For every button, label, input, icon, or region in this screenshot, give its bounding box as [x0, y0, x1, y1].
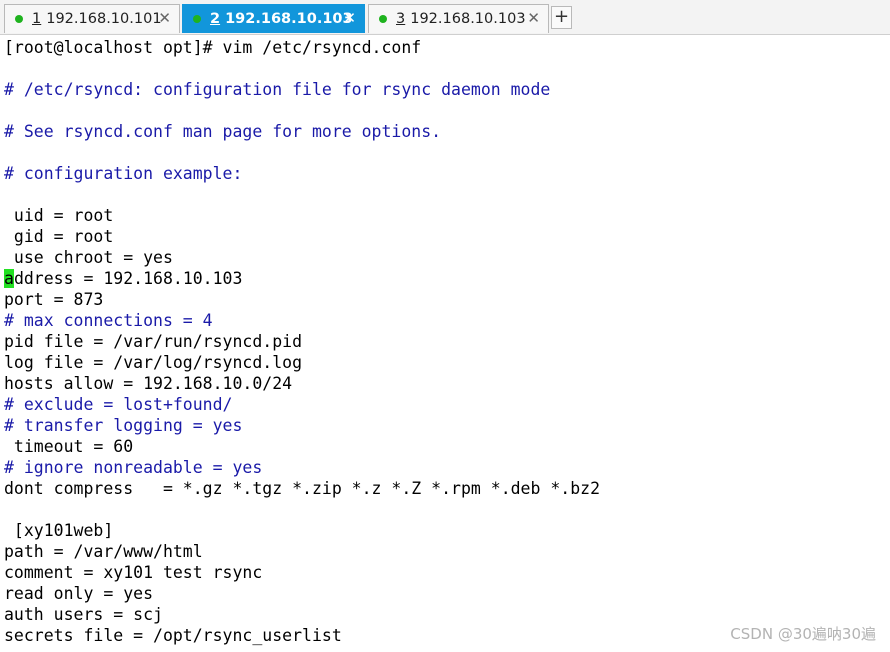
- terminal-line: gid = root: [4, 227, 114, 246]
- terminal-line: uid = root: [4, 206, 114, 225]
- terminal-line: address = 192.168.10.103: [4, 268, 600, 289]
- line-text: ddress = 192.168.10.103: [13, 269, 243, 288]
- terminal-line: port = 873: [4, 290, 104, 309]
- terminal-line: auth users = scj: [4, 605, 163, 624]
- terminal-line: timeout = 60: [4, 437, 134, 456]
- tab-session-2[interactable]: 2 192.168.10.103 ✕: [182, 4, 365, 33]
- connected-status-icon: [15, 15, 23, 23]
- terminal-line: # ignore nonreadable = yes: [4, 458, 263, 477]
- terminal-line: path = /var/www/html: [4, 542, 203, 561]
- close-icon[interactable]: ✕: [158, 10, 171, 26]
- terminal-line: comment = xy101 test rsync: [4, 563, 263, 582]
- watermark: CSDN @30遍呐30遍: [730, 625, 876, 643]
- terminal-line: pid file = /var/run/rsyncd.pid: [4, 332, 303, 351]
- tab-session-1[interactable]: 1 192.168.10.101 ✕: [4, 4, 180, 33]
- tab-number: 2: [210, 11, 221, 27]
- close-icon[interactable]: ✕: [343, 10, 356, 26]
- terminal-line: # max connections = 4: [4, 311, 213, 330]
- connected-status-icon: [379, 15, 387, 23]
- terminal-line: secrets file = /opt/rsync_userlist: [4, 626, 342, 645]
- terminal-line: read only = yes: [4, 584, 154, 603]
- tab-number: 1: [32, 11, 42, 27]
- terminal-line: # See rsyncd.conf man page for more opti…: [4, 122, 442, 141]
- terminal-line: [xy101web]: [4, 521, 114, 540]
- connected-status-icon: [193, 15, 201, 23]
- terminal-line: hosts allow = 192.168.10.0/24: [4, 374, 293, 393]
- tab-number: 3: [396, 11, 406, 27]
- terminal-line: # /etc/rsyncd: configuration file for rs…: [4, 80, 551, 99]
- terminal-line: log file = /var/log/rsyncd.log: [4, 353, 303, 372]
- terminal-line: dont compress = *.gz *.tgz *.zip *.z *.Z…: [4, 479, 601, 498]
- terminal-line: [root@localhost opt]# vim /etc/rsyncd.co…: [4, 38, 422, 57]
- terminal-line: use chroot = yes: [4, 248, 173, 267]
- tab-label: 192.168.10.103: [225, 11, 353, 27]
- text-cursor: a: [4, 269, 14, 288]
- tab-session-3[interactable]: 3 192.168.10.103 ✕: [368, 4, 549, 33]
- tab-label: 192.168.10.103: [410, 11, 526, 27]
- tab-bar: 1 192.168.10.101 ✕ 2 192.168.10.103 ✕ 3 …: [0, 0, 890, 35]
- terminal-output[interactable]: [root@localhost opt]# vim /etc/rsyncd.co…: [4, 37, 600, 646]
- terminal-line: # transfer logging = yes: [4, 416, 243, 435]
- terminal-line: # configuration example:: [4, 164, 243, 183]
- terminal-line: # exclude = lost+found/: [4, 395, 233, 414]
- add-tab-button[interactable]: +: [551, 6, 572, 29]
- close-icon[interactable]: ✕: [527, 10, 540, 26]
- tab-label: 192.168.10.101: [46, 11, 162, 27]
